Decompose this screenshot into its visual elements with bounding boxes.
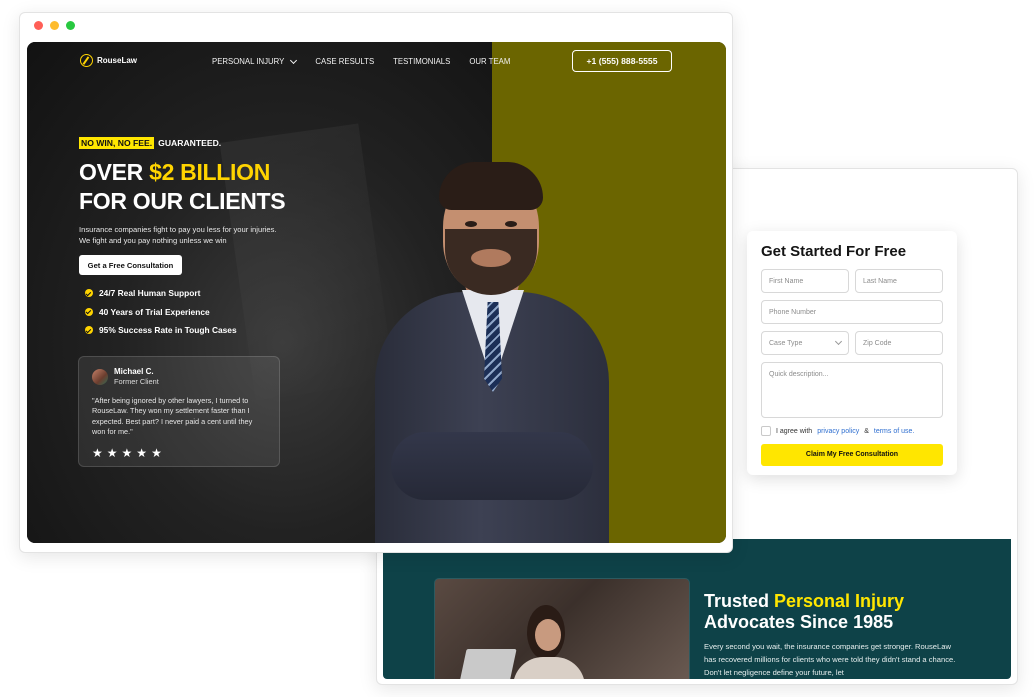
privacy-policy-link[interactable]: privacy policy	[817, 428, 859, 435]
feature-item: 95% Success Rate in Tough Cases	[85, 321, 237, 340]
chevron-down-icon	[290, 56, 298, 64]
consultation-form: Get Started For Free First Name Last Nam…	[747, 231, 957, 475]
last-name-field[interactable]: Last Name	[855, 269, 943, 293]
zip-field[interactable]: Zip Code	[855, 331, 943, 355]
main-nav: PERSONAL INJURY CASE RESULTS TESTIMONIAL…	[212, 56, 510, 66]
ampersand: &	[864, 427, 869, 435]
terms-link[interactable]: terms of use.	[874, 428, 914, 435]
testimonial-quote: "After being ignored by other lawyers, I…	[92, 396, 253, 437]
logo-icon	[80, 54, 93, 67]
description-textarea[interactable]: Quick description...	[761, 362, 943, 418]
logo[interactable]: RouseLaw	[80, 54, 137, 67]
lawyer-photo	[367, 157, 617, 543]
star-icon: ★	[92, 445, 103, 460]
close-window-dot[interactable]	[34, 21, 43, 30]
feature-item: 40 Years of Trial Experience	[85, 303, 237, 322]
phone-button[interactable]: +1 (555) 888-5555	[572, 50, 672, 72]
hero-headline: OVER $2 BILLION FOR OUR CLIENTS	[79, 159, 286, 214]
nav-personal-injury[interactable]: PERSONAL INJURY	[212, 56, 298, 66]
maximize-window-dot[interactable]	[66, 21, 75, 30]
minimize-window-dot[interactable]	[50, 21, 59, 30]
check-icon	[85, 307, 93, 316]
office-photo	[434, 578, 690, 679]
nav-testimonials[interactable]: TESTIMONIALS	[393, 57, 450, 66]
phone-field[interactable]: Phone Number	[761, 300, 943, 324]
star-rating: ★ ★ ★ ★ ★	[92, 446, 266, 460]
star-icon: ★	[121, 445, 133, 460]
nav-case-results[interactable]: CASE RESULTS	[315, 57, 374, 66]
claim-consultation-button[interactable]: Claim My Free Consultation	[761, 443, 943, 466]
check-icon	[85, 289, 93, 298]
case-type-select[interactable]: Case Type	[761, 331, 849, 355]
hero-section: RouseLaw PERSONAL INJURY CASE RESULTS TE…	[27, 42, 726, 543]
testimonial-name: Michael C.	[114, 367, 154, 376]
nav-our-team[interactable]: OUR TEAM	[469, 57, 510, 66]
testimonial-card: Michael C. Former Client "After being ig…	[78, 356, 280, 467]
testimonial-role: Former Client	[114, 377, 159, 386]
feature-item: 24/7 Real Human Support	[85, 284, 237, 303]
check-icon	[85, 326, 93, 335]
agree-text: I agree with	[776, 427, 813, 435]
first-name-field[interactable]: First Name	[761, 269, 849, 293]
star-icon: ★	[151, 445, 162, 460]
about-title: Trusted Personal Injury Advocates Since …	[704, 591, 905, 632]
feature-list: 24/7 Real Human Support 40 Years of Tria…	[85, 284, 237, 340]
form-title: Get Started For Free	[761, 243, 907, 260]
about-section: Trusted Personal Injury Advocates Since …	[383, 539, 1011, 679]
avatar	[92, 368, 108, 385]
browser-window: RouseLaw PERSONAL INJURY CASE RESULTS TE…	[19, 12, 733, 553]
star-icon: ★	[136, 445, 148, 460]
agree-checkbox[interactable]	[761, 426, 771, 436]
chevron-down-icon	[834, 337, 843, 346]
free-consultation-button[interactable]: Get a Free Consultation	[79, 255, 182, 275]
hero-subcopy: Insurance companies fight to pay you les…	[79, 225, 277, 245]
about-body: Every second you wait, the insurance com…	[704, 642, 956, 677]
tagline: NO WIN, NO FEE. GUARANTEED.	[79, 137, 222, 149]
star-icon: ★	[106, 445, 118, 460]
